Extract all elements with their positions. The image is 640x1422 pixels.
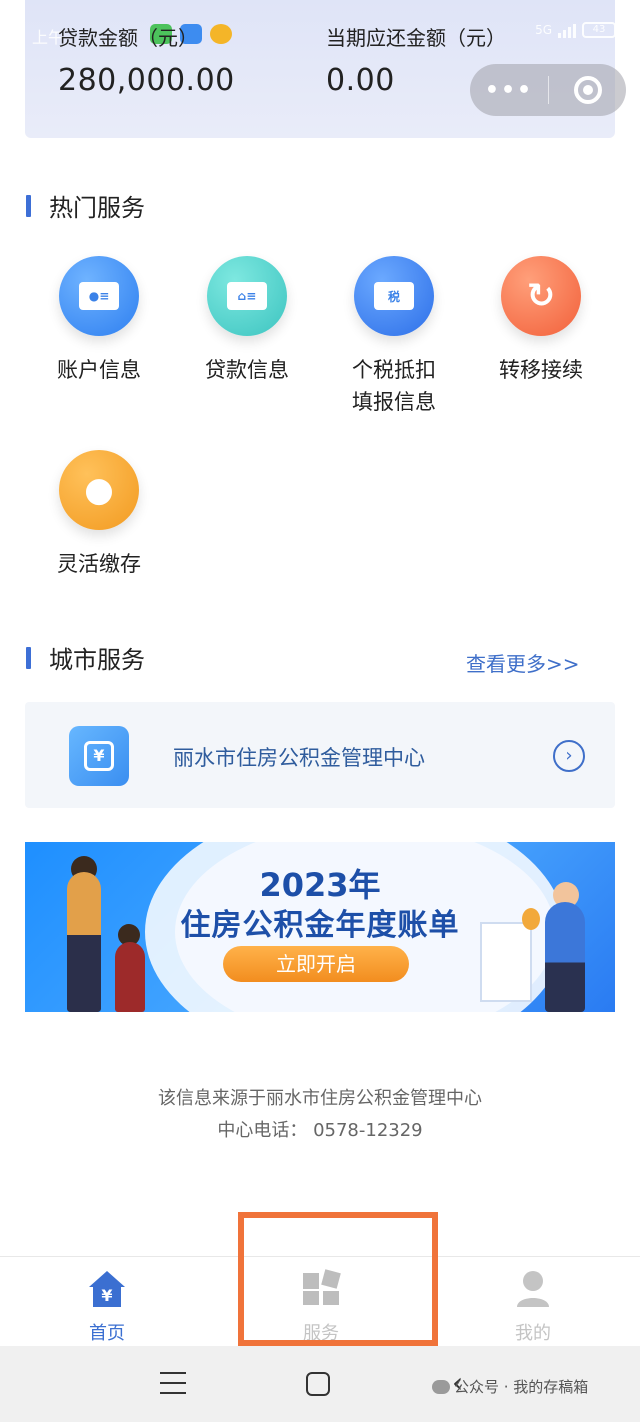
hot-services-header: 热门服务 <box>26 188 145 223</box>
flexible-deposit-icon: ● <box>59 450 139 530</box>
home-yen-icon: ¥ <box>89 1271 125 1307</box>
housing-fund-logo-icon: ¥ <box>69 726 129 786</box>
service-label-line2: 填报信息 <box>352 390 436 414</box>
view-more-link[interactable]: 查看更多>> <box>466 648 580 677</box>
service-label: 贷款信息 <box>205 358 289 382</box>
account-card-icon: ●≡ <box>59 256 139 336</box>
service-flexible-deposit[interactable]: ● 灵活缴存 <box>39 450 159 580</box>
home-square-icon[interactable] <box>306 1372 330 1396</box>
status-right-group: 5G 43 <box>535 22 616 38</box>
city-center-name: 丽水市住房公积金管理中心 <box>173 746 425 770</box>
service-label: 灵活缴存 <box>57 552 141 576</box>
loan-amount-label: 贷款金额（元） <box>58 26 198 50</box>
tab-me-label: 我的 <box>515 1323 551 1344</box>
section-accent-bar <box>26 646 31 669</box>
loan-amount-value: 280,000.00 <box>58 63 235 98</box>
info-source-text: 该信息来源于丽水市住房公积金管理中心 <box>158 1088 482 1109</box>
close-miniprogram-button[interactable] <box>549 76 626 104</box>
system-navigation-bar: ‹ 公众号 · 我的存稿箱 <box>0 1346 640 1422</box>
due-amount-label: 当期应还金额（元） <box>326 26 506 50</box>
city-services-header: 城市服务 <box>26 640 145 675</box>
transfer-icon: ↻ <box>501 256 581 336</box>
services-tab-highlight-box <box>238 1212 438 1346</box>
service-loan-info[interactable]: ⌂≡ 贷款信息 <box>187 256 307 386</box>
city-center-row[interactable]: ¥ 丽水市住房公积金管理中心 › <box>25 702 615 808</box>
tax-card-icon: 税 <box>354 256 434 336</box>
watermark: 公众号 · 我的存稿箱 <box>432 1376 588 1397</box>
tab-home-label: 首页 <box>89 1323 125 1344</box>
watermark-text: 公众号 · 我的存稿箱 <box>454 1378 589 1396</box>
annual-bill-banner[interactable]: 2023年 住房公积金年度账单 立即开启 <box>25 842 615 1012</box>
tax-icon-text: 税 <box>374 282 414 310</box>
service-label: 转移接续 <box>499 358 583 382</box>
service-account-info[interactable]: ●≡ 账户信息 <box>39 256 159 386</box>
service-transfer[interactable]: ↻ 转移接续 <box>481 256 601 386</box>
tab-me[interactable]: 我的 <box>478 1267 588 1345</box>
tab-home[interactable]: ¥ 首页 <box>52 1267 162 1345</box>
loan-amount-block: 贷款金额（元） 280,000.00 <box>58 22 235 98</box>
banner-title: 住房公积金年度账单 <box>180 908 460 943</box>
open-now-button[interactable]: 立即开启 <box>223 946 409 982</box>
service-label: 个税抵扣 填报信息 <box>334 354 454 418</box>
svg-text:¥: ¥ <box>101 1286 112 1305</box>
service-label: 账户信息 <box>57 358 141 382</box>
miniprogram-capsule: ••• <box>470 64 626 116</box>
chevron-right-icon: › <box>553 740 585 772</box>
wechat-watermark-icon <box>432 1379 450 1394</box>
more-menu-button[interactable]: ••• <box>470 78 548 103</box>
signal-icon <box>558 22 576 38</box>
service-label-line1: 个税抵扣 <box>352 358 436 382</box>
menu-icon[interactable] <box>160 1372 186 1402</box>
city-services-title: 城市服务 <box>49 646 145 674</box>
child-figure <box>115 942 145 1012</box>
user-icon <box>517 1271 549 1307</box>
service-tax-deduction[interactable]: 税 个税抵扣 填报信息 <box>334 256 454 418</box>
hot-services-title: 热门服务 <box>49 194 145 222</box>
battery-icon: 43 <box>582 22 616 38</box>
network-type: 5G <box>535 23 552 37</box>
loan-house-card-icon: ⌂≡ <box>207 256 287 336</box>
info-phone-text: 中心电话： 0578-12329 <box>217 1120 423 1141</box>
target-close-icon <box>573 76 602 104</box>
section-accent-bar <box>26 194 31 217</box>
